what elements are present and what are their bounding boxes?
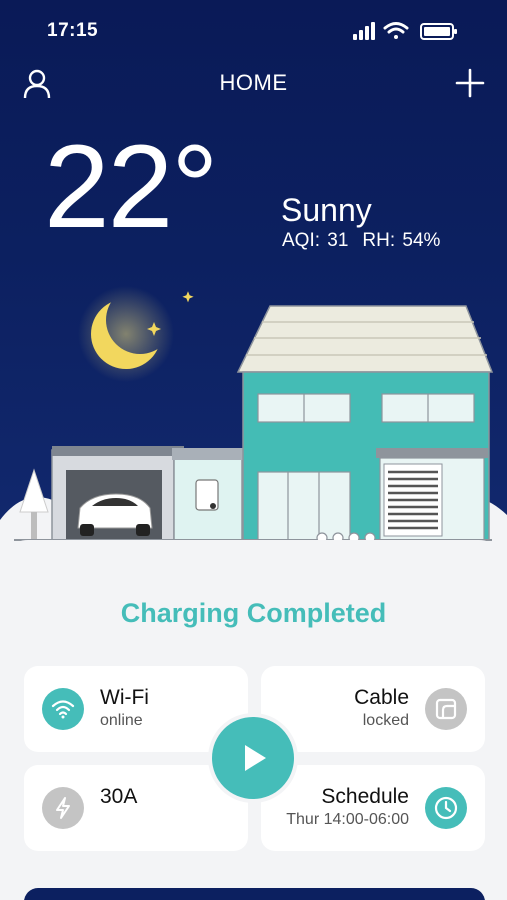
rh-value: RH: 54% [362, 230, 441, 251]
main-house [236, 305, 494, 541]
cable-title: Cable [354, 686, 409, 709]
charger-wall [172, 448, 244, 541]
status-bar: 17:15 [0, 0, 507, 60]
temperature: 22° [44, 121, 218, 253]
cable-card[interactable]: Cable locked [261, 666, 485, 752]
moon-icon [78, 286, 174, 382]
wifi-status: online [100, 712, 143, 729]
wifi-title: Wi-Fi [100, 686, 149, 709]
battery-icon [420, 23, 457, 40]
wifi-icon [383, 22, 409, 39]
schedule-card[interactable]: Schedule Thur 14:00-06:00 [261, 765, 485, 851]
bottom-bar [24, 888, 485, 900]
garage [51, 446, 184, 541]
status-time: 17:15 [47, 20, 99, 41]
wifi-icon [42, 688, 84, 730]
page-title: HOME [219, 70, 288, 95]
house-illustration [0, 286, 507, 560]
clock-icon [425, 787, 467, 829]
status-icons [351, 20, 461, 42]
hero-section: 17:15 HOME 22° Sunny AQI: 31 RH: 54% [0, 0, 507, 560]
play-button[interactable] [212, 717, 294, 799]
signal-bars-icon [353, 22, 375, 40]
plus-icon[interactable] [453, 66, 487, 100]
cable-lock-icon [425, 688, 467, 730]
charging-status: Charging Completed [120, 598, 387, 628]
app-header: HOME [0, 62, 507, 108]
schedule-time: Thur 14:00-06:00 [286, 811, 409, 828]
wifi-card[interactable]: Wi-Fi online [24, 666, 248, 752]
weather-meta: AQI: 31 RH: 54% [282, 230, 454, 252]
cable-status: locked [362, 712, 409, 729]
weather-condition: Sunny [281, 192, 372, 228]
current-value: 30A [100, 785, 138, 808]
lightning-icon [42, 787, 84, 829]
aqi-value: AQI: 31 [282, 230, 349, 251]
schedule-title: Schedule [321, 785, 409, 808]
current-card[interactable]: 30A [24, 765, 248, 851]
play-icon [245, 745, 266, 771]
